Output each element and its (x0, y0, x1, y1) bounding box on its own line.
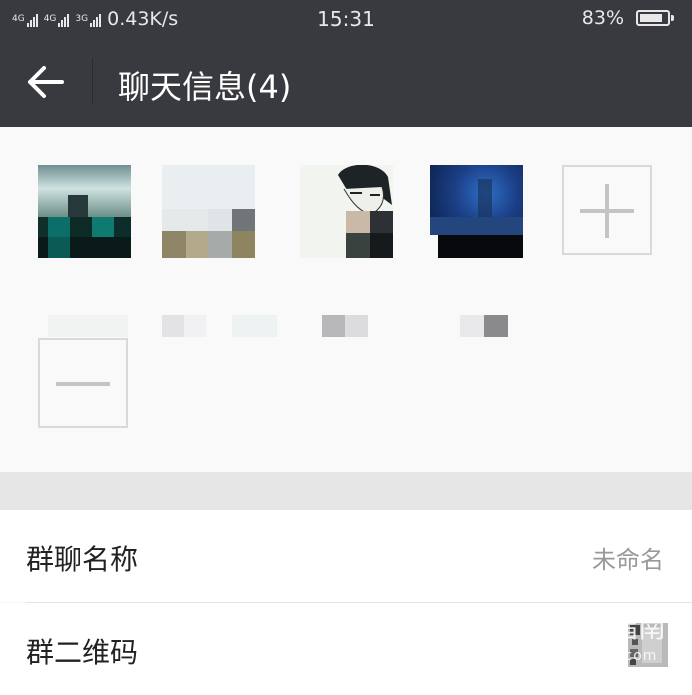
sogou-logo-icon: S (514, 608, 548, 642)
battery-fill (640, 14, 662, 22)
watermark-brand: 搜狗指南 (554, 611, 667, 644)
battery-icon (636, 10, 674, 26)
section-gap (0, 472, 692, 510)
back-button[interactable] (22, 60, 72, 104)
member-name-blur (162, 315, 277, 337)
status-right: 83% (581, 7, 674, 29)
status-bar: 4G 4G 3G 0.43K/s 15:31 83% (0, 0, 692, 38)
title-bar: 聊天信息(4) (0, 38, 692, 127)
member-grid (0, 127, 692, 472)
title-divider (92, 58, 93, 104)
member-name-blur (460, 315, 508, 337)
member-name-blur (322, 315, 368, 337)
group-name-label: 群聊名称 (26, 543, 139, 576)
avatar[interactable] (162, 165, 255, 258)
avatar[interactable] (300, 165, 393, 258)
arrow-left-icon (28, 66, 64, 98)
member-name-blur (48, 315, 128, 337)
remove-member-button[interactable] (38, 338, 128, 428)
avatar[interactable] (38, 165, 131, 258)
group-name-row[interactable]: 群聊名称 未命名 (0, 510, 692, 602)
qr-code-label: 群二维码 (26, 636, 139, 669)
group-name-value: 未命名 (592, 546, 664, 574)
watermark-url: zhinan.sogou.com (514, 648, 658, 664)
add-member-button[interactable] (562, 165, 652, 255)
battery-percent: 83% (581, 7, 624, 29)
page-title: 聊天信息(4) (118, 68, 292, 106)
avatar[interactable] (430, 165, 523, 258)
